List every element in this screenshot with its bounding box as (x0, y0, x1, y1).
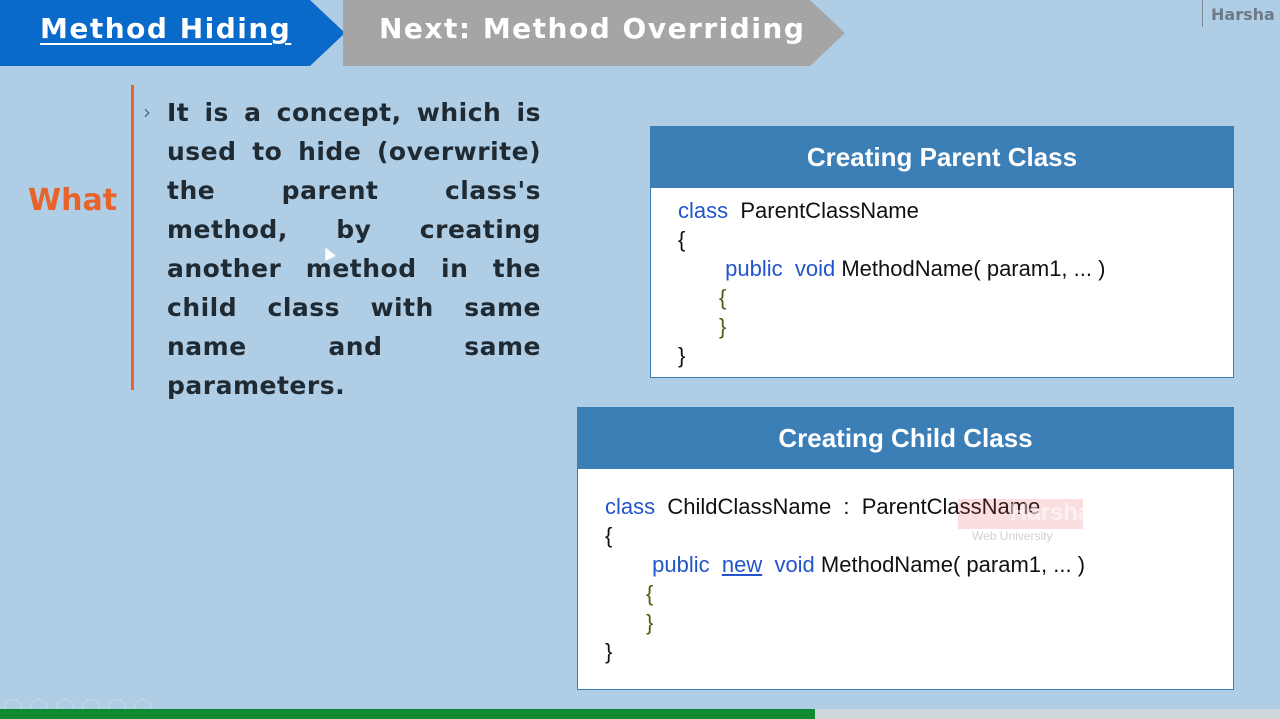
child-class-card-header: Creating Child Class (578, 408, 1233, 469)
code-line: class ParentClassName (678, 196, 1233, 225)
code-line: public new void MethodName( param1, ... … (605, 550, 1233, 579)
close-brace: } (678, 343, 686, 368)
bullet-chevron-icon: › (143, 100, 151, 124)
method-open-brace: { (646, 581, 654, 606)
code-line: { (605, 521, 1233, 550)
keyword-void: void (794, 256, 836, 281)
child-class-code: class ChildClassName : ParentClassName {… (578, 469, 1233, 666)
child-class-card-title: Creating Child Class (778, 423, 1033, 453)
parent-class-card: Creating Parent Class class ParentClassN… (650, 126, 1234, 378)
section-label-what: What (28, 183, 118, 218)
keyword-public: public (652, 552, 710, 577)
open-brace: { (678, 227, 686, 252)
code-line: } (605, 637, 1233, 666)
code-line: } (605, 608, 1233, 637)
open-brace: { (605, 523, 613, 548)
keyword-new: new (721, 552, 763, 577)
parent-class-name: ParentClassName (740, 198, 919, 223)
method-signature: MethodName( param1, ... ) (820, 552, 1086, 577)
watermark-subtitle: Web University (972, 529, 1053, 543)
method-close-brace: } (719, 314, 727, 339)
section-divider (131, 85, 134, 390)
child-class-card: Creating Child Class class ChildClassNam… (577, 407, 1234, 690)
keyword-public: public (725, 256, 783, 281)
parent-class-code: class ParentClassName { public void Meth… (651, 188, 1233, 370)
code-line: { (678, 225, 1233, 254)
code-line: } (678, 341, 1233, 370)
method-close-brace: } (646, 610, 654, 635)
tab-method-hiding-label: Method Hiding (40, 12, 292, 45)
code-line: } (678, 312, 1233, 341)
parent-class-card-title: Creating Parent Class (806, 142, 1078, 172)
method-open-brace: { (719, 285, 727, 310)
code-line: { (605, 579, 1233, 608)
keyword-class: class (605, 494, 656, 519)
keyword-void: void (774, 552, 815, 577)
video-progress-fill (0, 709, 816, 719)
close-brace: } (605, 639, 613, 664)
code-line: public void MethodName( param1, ... ) (678, 254, 1233, 283)
brand-name: Harsha (1211, 5, 1275, 24)
code-line: { (678, 283, 1233, 312)
method-signature: MethodName( param1, ... ) (841, 256, 1106, 281)
brand-logo: Harsha (1202, 0, 1280, 27)
parent-class-card-header: Creating Parent Class (651, 127, 1233, 188)
watermark-name: Harsha (1010, 499, 1092, 526)
video-progress-bar[interactable] (0, 709, 1280, 719)
tab-next-method-overriding[interactable]: Next: Method Overriding (343, 0, 845, 66)
tab-next-label: Next: Method Overriding (379, 12, 806, 45)
code-line: class ChildClassName : ParentClassName (605, 492, 1233, 521)
watermark-logo: Harsha (958, 499, 1091, 529)
definition-text: It is a concept, which is used to hide (… (167, 98, 541, 400)
keyword-class: class (678, 198, 729, 223)
tab-method-hiding[interactable]: Method Hiding (0, 0, 345, 66)
